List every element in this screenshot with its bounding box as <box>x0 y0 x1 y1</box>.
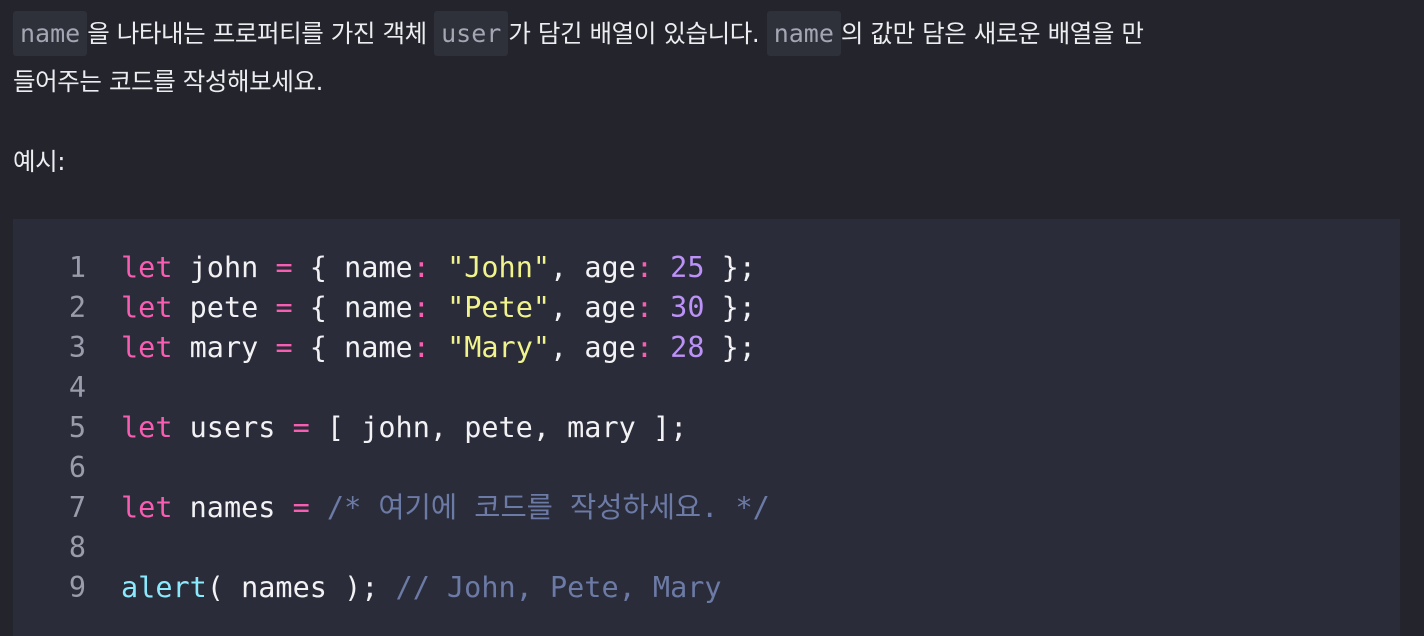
code-line-4: 4 <box>13 368 121 408</box>
code-text: , age <box>550 291 636 324</box>
code-line-9: 9 alert( names ); // John, Pete, Mary <box>13 568 722 608</box>
line-number: 5 <box>68 411 86 444</box>
keyword: let <box>121 491 173 524</box>
number-literal: 28 <box>670 331 705 364</box>
operator: : <box>412 251 430 284</box>
operator: : <box>635 291 653 324</box>
line-number: 1 <box>68 251 86 284</box>
task-description: name 을 나타내는 프로퍼티를 가진 객체 user 가 담긴 배열이 있습니다… <box>13 10 1408 106</box>
keyword: let <box>121 331 173 364</box>
string-literal: "John" <box>447 251 551 284</box>
code-line-7: 7 let names = /* 여기에 코드를 작성하세요. */ <box>13 488 770 528</box>
number-literal: 25 <box>670 251 705 284</box>
code-line-5: 5 let users = [ john, pete, mary ]; <box>13 408 687 448</box>
identifier: john <box>172 251 276 284</box>
code-text: ( names ); <box>206 571 396 604</box>
line-number: 2 <box>68 291 86 324</box>
function-name: alert <box>121 571 207 604</box>
keyword: let <box>121 251 173 284</box>
code-text: }; <box>704 331 756 364</box>
operator: : <box>635 251 653 284</box>
code-text: }; <box>704 291 756 324</box>
code-line-8: 8 <box>13 528 121 568</box>
identifier: mary <box>172 331 276 364</box>
code-line-6: 6 <box>13 448 121 488</box>
code-line-3: 3 let mary = { name: "Mary", age: 28 }; <box>13 328 756 368</box>
operator: = <box>292 411 310 444</box>
code-comment: // John, Pete, Mary <box>395 571 722 604</box>
operator: = <box>292 491 310 524</box>
task-line-1: name 을 나타내는 프로퍼티를 가진 객체 user 가 담긴 배열이 있습니다… <box>13 10 1408 58</box>
identifier: names <box>172 491 293 524</box>
line-number: 3 <box>68 331 86 364</box>
code-comment: /* 여기에 코드를 작성하세요. */ <box>309 491 770 524</box>
string-literal: "Mary" <box>447 331 551 364</box>
inline-code: name <box>13 11 88 56</box>
code-text: { name <box>292 251 413 284</box>
line-number: 9 <box>68 571 86 604</box>
code-line-2: 2 let pete = { name: "Pete", age: 30 }; <box>13 288 756 328</box>
keyword: let <box>121 411 173 444</box>
identifier: users <box>172 411 293 444</box>
operator: = <box>275 291 293 324</box>
operator: : <box>412 331 430 364</box>
operator: : <box>635 331 653 364</box>
operator: : <box>412 291 430 324</box>
task-text: 의 값만 담은 새로운 배열을 만 <box>840 19 1144 48</box>
string-literal: "Pete" <box>447 291 551 324</box>
line-number: 6 <box>68 451 86 484</box>
task-line-2: 들어주는 코드를 작성해보세요. <box>13 67 323 96</box>
operator: = <box>275 331 293 364</box>
number-literal: 30 <box>670 291 705 324</box>
identifier: pete <box>172 291 276 324</box>
example-label: 예시: <box>13 147 66 176</box>
inline-code: name <box>766 11 841 56</box>
code-text: [ john, pete, mary ]; <box>309 411 688 444</box>
line-number: 7 <box>68 491 86 524</box>
code-text: , age <box>550 251 636 284</box>
code-text: , age <box>550 331 636 364</box>
task-text: 가 담긴 배열이 있습니다. <box>508 19 767 48</box>
code-line-1: 1 let john = { name: "John", age: 25 }; <box>13 248 756 288</box>
code-text: { name <box>292 331 413 364</box>
code-block[interactable]: 1 let john = { name: "John", age: 25 }; 2… <box>13 219 1400 636</box>
task-text: 을 나타내는 프로퍼티를 가진 객체 <box>87 19 435 48</box>
inline-code: user <box>434 11 509 56</box>
code-text: { name <box>292 291 413 324</box>
line-number: 4 <box>68 371 86 404</box>
keyword: let <box>121 291 173 324</box>
code-text: }; <box>704 251 756 284</box>
line-number: 8 <box>68 531 86 564</box>
operator: = <box>275 251 293 284</box>
